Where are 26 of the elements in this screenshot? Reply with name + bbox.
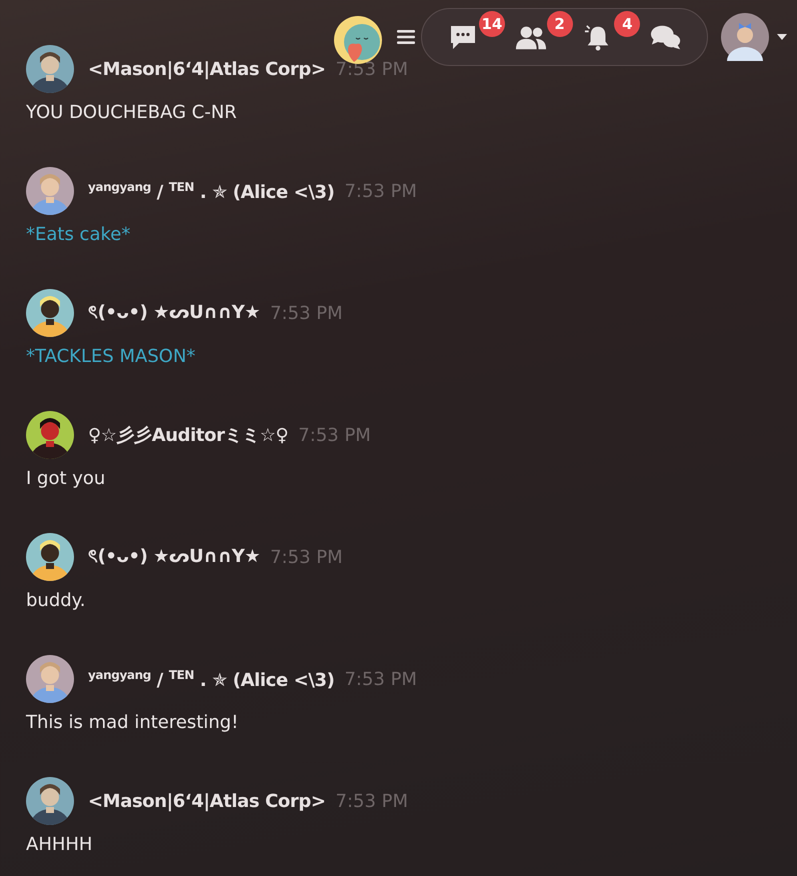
- caret-icon[interactable]: [777, 34, 787, 40]
- count-badge: 2: [546, 11, 573, 37]
- timestamp: 7:53 PM: [336, 790, 408, 812]
- timestamp: 7:53 PM: [270, 302, 343, 324]
- message-text: buddy.: [26, 589, 86, 613]
- author-name[interactable]: ♀☆彡彡Auditorミミ☆♀: [88, 423, 288, 447]
- message-text: *Eats cake*: [26, 223, 132, 247]
- timestamp: 7:53 PM: [270, 546, 343, 568]
- menu-icon[interactable]: [397, 29, 415, 45]
- author-name[interactable]: <Mason|6‘4|Atlas Corp>: [88, 58, 326, 80]
- message-text: *TACKLES MASON*: [26, 345, 196, 369]
- timestamp: 7:53 PM: [344, 180, 417, 202]
- conversation-icon[interactable]: [650, 23, 682, 51]
- message-text: YOU DOUCHEBAG C-NR: [26, 101, 238, 125]
- author-name[interactable]: <Mason|6‘4|Atlas Corp>: [88, 790, 326, 812]
- author-name[interactable]: ৎ(•ᴗ•) ★ᔕU∩∩Y★: [88, 298, 260, 328]
- message-text: This is mad interesting!: [26, 711, 240, 735]
- count-badge: 14: [478, 11, 505, 37]
- message-text: AHHHH: [26, 833, 94, 857]
- author-name[interactable]: $^{yangyang}$ / $^{TEN}$ . ✯ (Alice <\3): [88, 180, 334, 202]
- message-text: I got you: [26, 467, 106, 491]
- timestamp: 7:53 PM: [298, 424, 371, 446]
- author-name[interactable]: ৎ(•ᴗ•) ★ᔕU∩∩Y★: [88, 542, 260, 572]
- count-badge: 4: [614, 11, 640, 37]
- timestamp: 7:53 PM: [344, 668, 417, 690]
- author-name[interactable]: $^{yangyang}$ / $^{TEN}$ . ✯ (Alice <\3): [88, 668, 334, 690]
